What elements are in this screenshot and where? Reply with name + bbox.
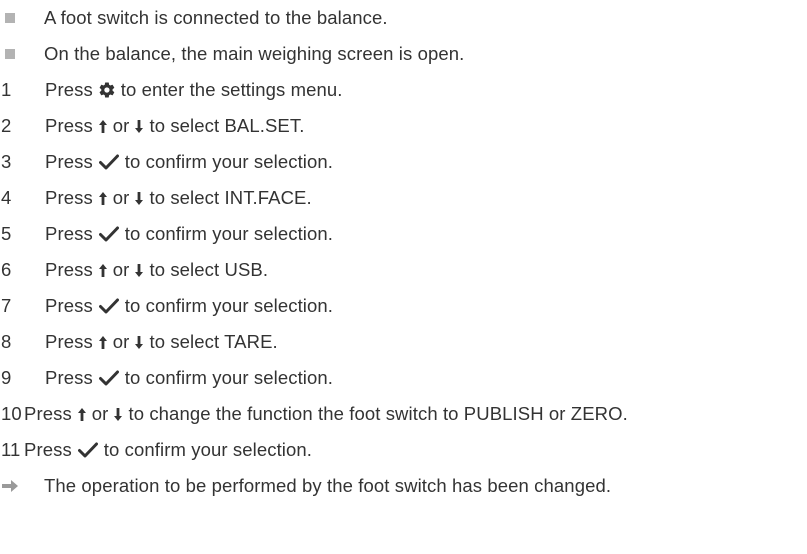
or-text: or [91,403,109,424]
step-press: Press [24,403,72,424]
check-icon [98,154,119,170]
step-number: 7 [1,295,12,316]
step-text: to select BAL.SET. [149,115,305,136]
step-press: Press [45,367,93,388]
or-text: or [112,331,130,352]
prerequisite-item: A foot switch is connected to the balanc… [0,0,388,36]
prerequisite-item: On the balance, the main weighing screen… [0,36,464,72]
arrow-up-icon [98,263,107,277]
result-arrow-icon [2,480,18,492]
step-number: 4 [1,187,12,208]
step-item: 8 Press or to select TARE. [0,324,278,360]
step-number: 10 [1,403,22,424]
step-text: to confirm your selection. [103,439,313,460]
step-text: to confirm your selection. [124,295,334,316]
step-number: 3 [1,151,12,172]
arrow-down-icon [114,407,123,421]
arrow-down-icon [135,263,144,277]
step-number: 8 [1,331,12,352]
step-text: to select TARE. [149,331,278,352]
step-item: 6 Press or to select USB. [0,252,268,288]
step-number: 2 [1,115,12,136]
step-press: Press [45,187,93,208]
step-item: 4 Press or to select INT.FACE. [0,180,312,216]
or-text: or [112,259,130,280]
step-item: 1 Press to enter the settings menu. [0,72,343,108]
arrow-up-icon [77,407,86,421]
check-icon [77,442,98,458]
step-press: Press [45,331,93,352]
step-text: to confirm your selection. [124,367,334,388]
step-press: Press [45,295,93,316]
step-number: 5 [1,223,12,244]
arrow-down-icon [135,335,144,349]
step-item: 11 Press to confirm your selection. [0,432,312,468]
step-text: to select USB. [149,259,269,280]
step-text: to select INT.FACE. [149,187,312,208]
step-press: Press [45,115,93,136]
check-icon [98,298,119,314]
step-text: to enter the settings menu. [120,79,343,100]
arrow-up-icon [98,335,107,349]
arrow-up-icon [98,191,107,205]
step-press: Press [24,439,72,460]
square-bullet-icon [5,13,15,23]
step-press: Press [45,259,93,280]
arrow-down-icon [135,119,144,133]
step-item: 2 Press or to select BAL.SET. [0,108,304,144]
step-text: to confirm your selection. [124,223,334,244]
arrow-up-icon [98,119,107,133]
step-item: 5 Press to confirm your selection. [0,216,333,252]
arrow-down-icon [135,191,144,205]
instruction-document: A foot switch is connected to the balanc… [0,0,807,554]
step-press: Press [45,223,93,244]
step-number: 1 [1,79,12,100]
prerequisite-text: A foot switch is connected to the balanc… [44,7,388,28]
gear-icon [99,82,115,98]
step-item: 7 Press to confirm your selection. [0,288,333,324]
step-press: Press [45,79,93,100]
square-bullet-icon [5,49,15,59]
step-number: 9 [1,367,12,388]
step-press: Press [45,151,93,172]
or-text: or [112,115,130,136]
result-text: The operation to be performed by the foo… [44,475,612,496]
step-item: 10 Press or to change the function the f… [0,396,628,432]
result-item: The operation to be performed by the foo… [0,468,611,504]
step-text: to change the function the foot switch t… [128,403,628,424]
step-number: 11 [1,439,21,460]
check-icon [98,226,119,242]
step-item: 3 Press to confirm your selection. [0,144,333,180]
step-text: to confirm your selection. [124,151,334,172]
or-text: or [112,187,130,208]
check-icon [98,370,119,386]
step-number: 6 [1,259,12,280]
step-item: 9 Press to confirm your selection. [0,360,333,396]
prerequisite-text: On the balance, the main weighing screen… [44,43,465,64]
